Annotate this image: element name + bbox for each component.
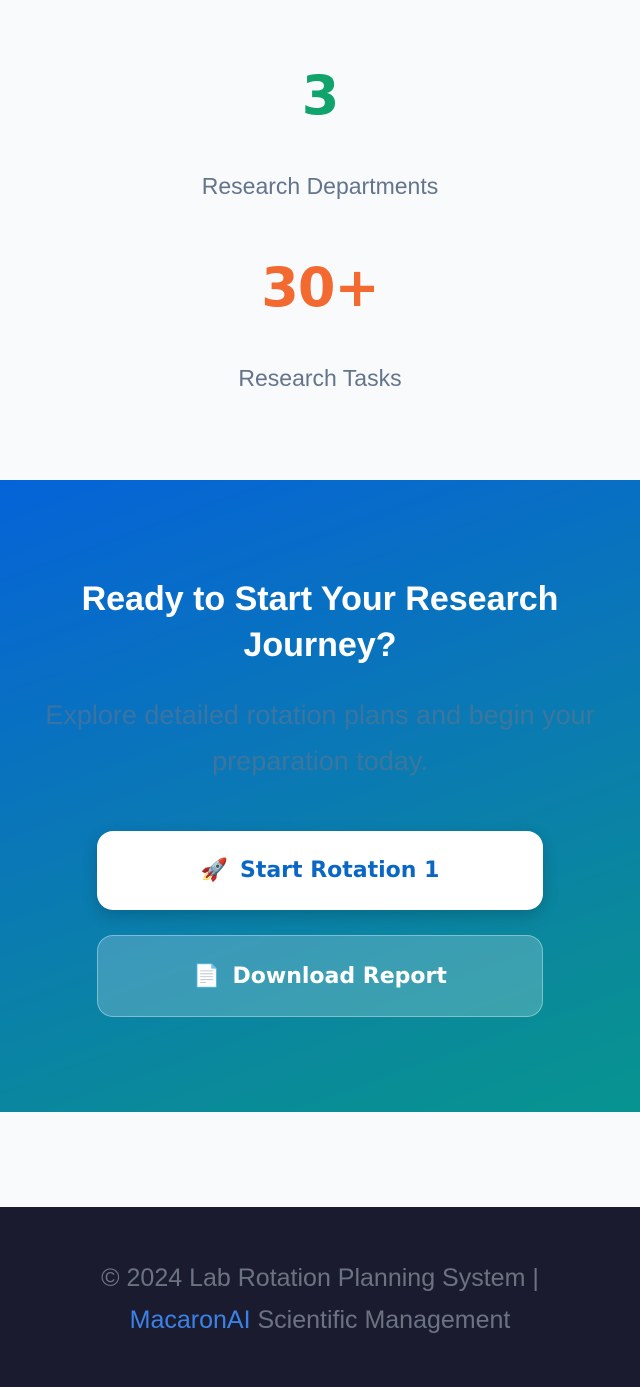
stats-section: 3 Research Departments 30+ Research Task… bbox=[0, 0, 640, 480]
footer-copyright: © 2024 Lab Rotation Planning System | bbox=[101, 1264, 539, 1292]
footer-text: © 2024 Lab Rotation Planning System | Ma… bbox=[40, 1257, 600, 1341]
stat-tasks: 30+ Research Tasks bbox=[0, 256, 640, 393]
footer-brand-link[interactable]: MacaronAI bbox=[130, 1306, 251, 1334]
start-rotation-button[interactable]: 🚀 Start Rotation 1 bbox=[97, 831, 543, 910]
footer: © 2024 Lab Rotation Planning System | Ma… bbox=[0, 1207, 640, 1387]
stat-tasks-label: Research Tasks bbox=[238, 365, 402, 391]
cta-title: Ready to Start Your Research Journey? bbox=[81, 580, 559, 664]
stat-departments: 3 Research Departments bbox=[0, 64, 640, 201]
start-rotation-label: Start Rotation 1 bbox=[239, 858, 440, 883]
download-report-button[interactable]: 📄 Download Report bbox=[97, 935, 543, 1017]
rocket-icon: 🚀 bbox=[200, 858, 228, 883]
stat-departments-value: 3 bbox=[301, 64, 340, 127]
cta-subtitle: Explore detailed rotation plans and begi… bbox=[45, 700, 595, 776]
download-report-label: Download Report bbox=[232, 963, 447, 989]
section-spacer bbox=[0, 1112, 640, 1207]
document-icon: 📄 bbox=[193, 963, 221, 989]
stat-tasks-value: 30+ bbox=[261, 256, 379, 319]
cta-section: Ready to Start Your Research Journey? Ex… bbox=[0, 480, 640, 1112]
stat-departments-label: Research Departments bbox=[201, 173, 439, 199]
footer-tagline: Scientific Management bbox=[257, 1306, 511, 1334]
